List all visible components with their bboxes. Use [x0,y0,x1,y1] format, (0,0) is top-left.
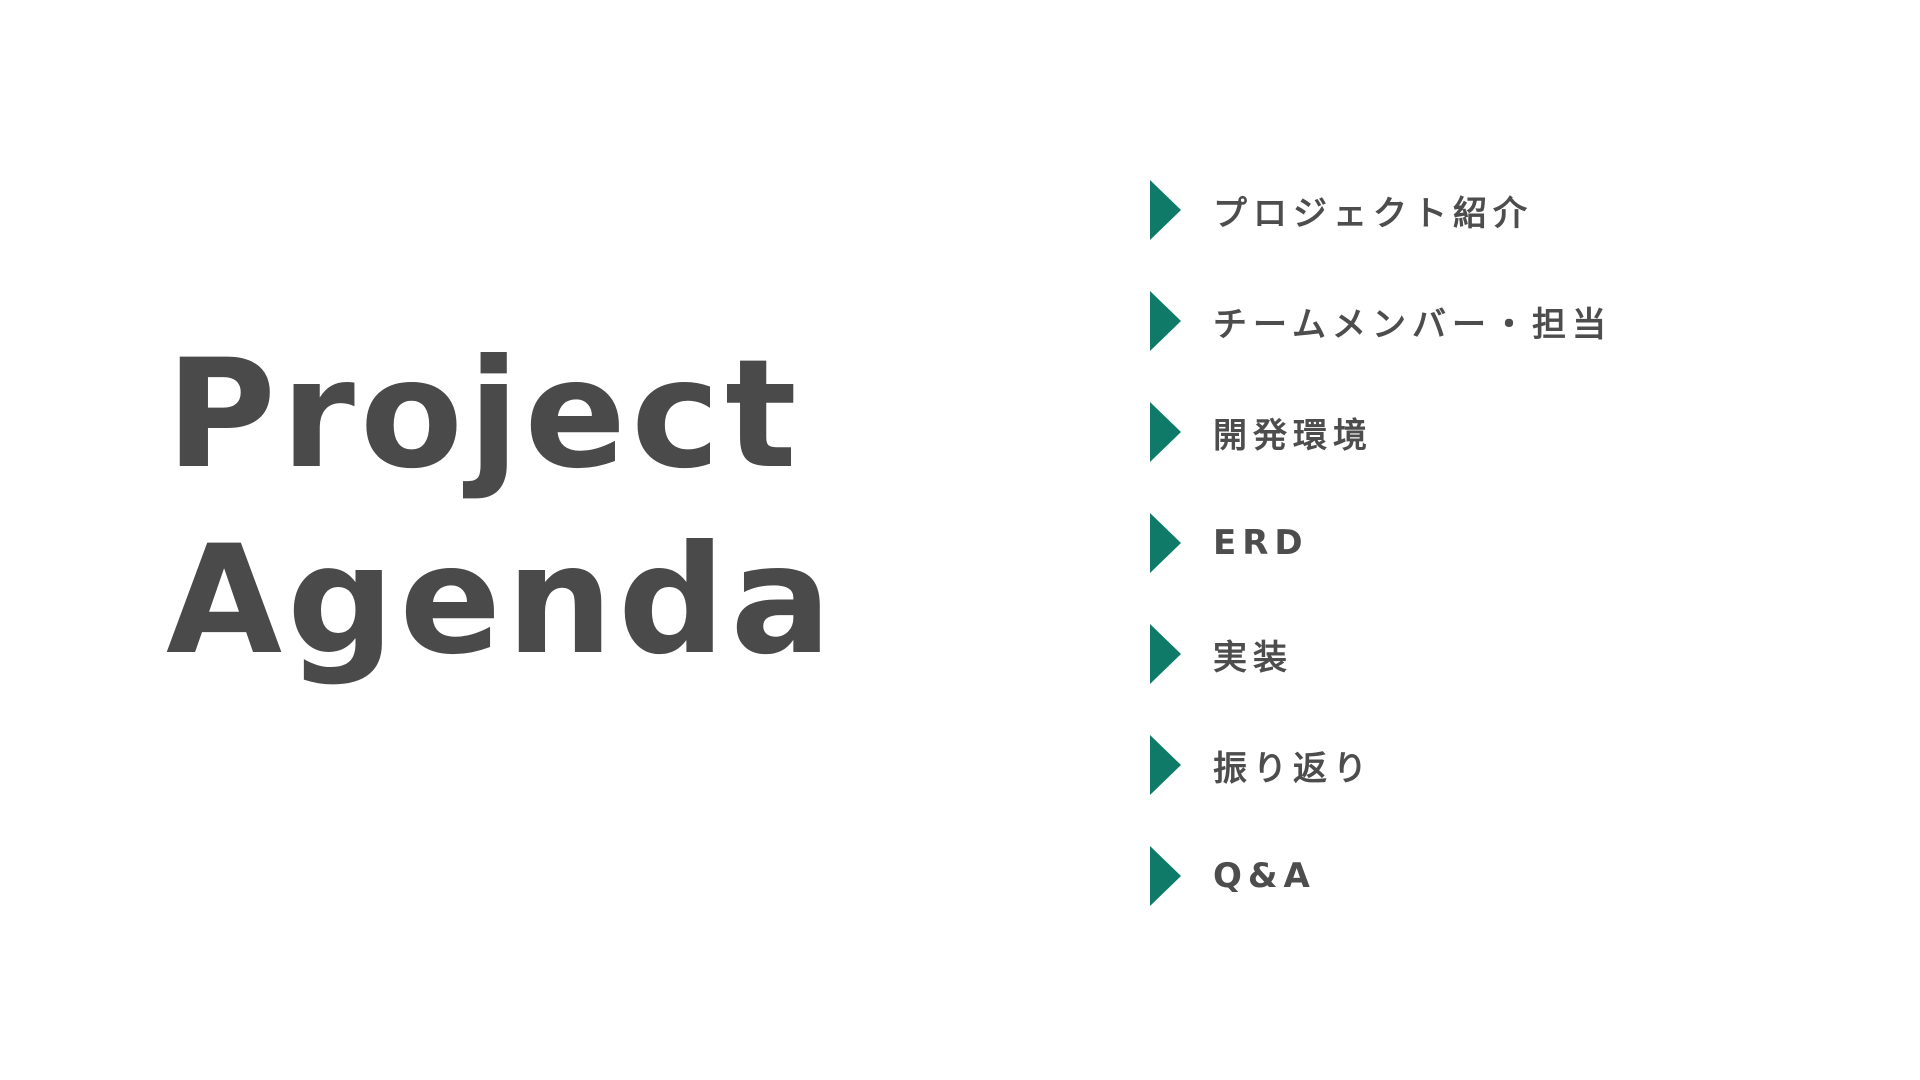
agenda-item-dev-environment: 開発環境 [1150,402,1612,462]
play-triangle-icon [1150,846,1181,906]
agenda-item-label: 振り返り [1213,748,1373,789]
play-triangle-icon [1150,402,1181,462]
play-triangle-icon [1150,291,1181,351]
title-line-agenda: Agenda [166,514,837,688]
agenda-item-label: 開発環境 [1213,415,1373,456]
slide-title: Project Agenda [166,322,837,694]
agenda-item-erd: ERD [1150,513,1612,573]
play-triangle-icon [1150,735,1181,795]
agenda-item-team-members: チームメンバー・担当 [1150,291,1612,351]
agenda-item-qa: Q&A [1150,846,1612,906]
title-line-project: Project [166,328,802,502]
agenda-item-label: プロジェクト紹介 [1213,193,1533,234]
play-triangle-icon [1150,624,1181,684]
agenda-item-implementation: 実装 [1150,624,1612,684]
agenda-item-label: 実装 [1213,637,1293,678]
agenda-item-label: ERD [1213,523,1309,563]
agenda-item-retrospective: 振り返り [1150,735,1612,795]
agenda-item-label: Q&A [1213,856,1316,896]
play-triangle-icon [1150,180,1181,240]
agenda-list: プロジェクト紹介 チームメンバー・担当 開発環境 ERD 実装 振り返り Q&A [1150,180,1612,906]
play-triangle-icon [1150,513,1181,573]
agenda-item-project-intro: プロジェクト紹介 [1150,180,1612,240]
slide: Project Agenda プロジェクト紹介 チームメンバー・担当 開発環境 … [0,0,1920,1080]
agenda-item-label: チームメンバー・担当 [1213,304,1612,345]
